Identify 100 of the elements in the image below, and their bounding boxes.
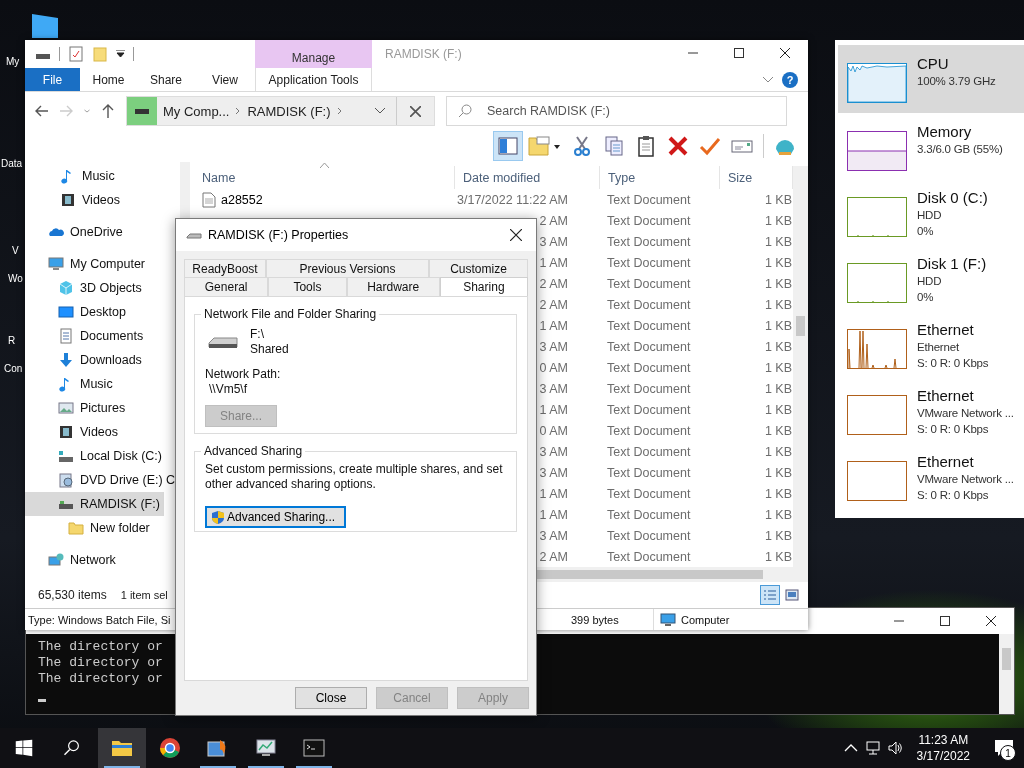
taskbar-app[interactable] bbox=[98, 728, 146, 768]
type-cell: Text Document bbox=[607, 507, 691, 522]
desktop-icon-label[interactable]: R bbox=[8, 334, 16, 348]
speaker-icon[interactable] bbox=[886, 740, 903, 756]
chevron-icon[interactable] bbox=[336, 107, 343, 115]
nav-item[interactable]: 3D Objects bbox=[25, 276, 146, 300]
toolbar-button[interactable] bbox=[493, 131, 523, 161]
desktop-icon-label[interactable]: V bbox=[12, 244, 19, 258]
size-cell: 1 KB bbox=[764, 381, 792, 396]
windows-logo-icon bbox=[15, 739, 33, 757]
properties-icon[interactable] bbox=[68, 46, 84, 62]
clock[interactable]: 11:23 AM 3/17/2022 bbox=[908, 732, 978, 764]
desktop-icon-label[interactable]: My bbox=[6, 55, 20, 69]
nav-item[interactable]: Music bbox=[25, 164, 119, 188]
date-cell: 2 AM bbox=[539, 297, 568, 312]
nav-item[interactable]: Documents bbox=[25, 324, 148, 348]
resource-title: CPU bbox=[917, 54, 950, 73]
resource-title: Ethernet bbox=[917, 452, 975, 471]
monitor-icon bbox=[660, 612, 676, 627]
console-line: The directory or bbox=[38, 655, 163, 671]
size-cell: 1 KB bbox=[764, 339, 792, 354]
checkmark-icon bbox=[699, 135, 721, 157]
window-icon[interactable] bbox=[30, 12, 60, 38]
file-name[interactable]: a28552 bbox=[221, 192, 263, 207]
column-header[interactable]: Name bbox=[190, 166, 455, 189]
breadcrumb[interactable]: My Comp... bbox=[163, 103, 230, 119]
breadcrumb[interactable]: RAMDISK (F:) bbox=[247, 103, 331, 119]
resource-item[interactable]: Memory 3.3/6.0 GB (55%) bbox=[838, 113, 1024, 179]
share-path: F:\ bbox=[250, 327, 265, 342]
nav-item[interactable]: Music bbox=[25, 372, 117, 396]
nav-item[interactable]: New folder bbox=[25, 516, 154, 540]
type-cell: Text Document bbox=[607, 465, 691, 480]
resource-item[interactable]: CPU 100% 3.79 GHz bbox=[838, 45, 1024, 113]
ribbon-tab[interactable]: Home bbox=[80, 68, 137, 91]
nav-item[interactable]: Pictures bbox=[25, 396, 130, 420]
nav-item[interactable]: RAMDISK (F:) bbox=[25, 492, 164, 516]
group-title: Network File and Folder Sharing bbox=[203, 307, 378, 321]
folder-dropdown-icon bbox=[528, 135, 562, 157]
dropdown-icon[interactable] bbox=[374, 107, 386, 115]
tab[interactable]: ReadyBoost bbox=[184, 259, 266, 277]
description: Set custom permissions, create multiple shares, and set other advanced sharing options. bbox=[205, 462, 504, 492]
share-status: Shared bbox=[250, 342, 289, 357]
help-icon[interactable]: ? bbox=[782, 71, 798, 88]
size-cell: 1 KB bbox=[764, 234, 792, 249]
size-cell: 1 KB bbox=[764, 486, 792, 501]
scrollbar[interactable] bbox=[793, 166, 808, 567]
nav-item[interactable]: Network bbox=[25, 548, 120, 572]
size-cell: 1 KB bbox=[764, 297, 792, 312]
resource-title: Disk 0 (C:) bbox=[917, 188, 988, 207]
resource-item[interactable]: Ethernet VMware Network ... S: 0 R: 0 Kbps bbox=[838, 443, 1024, 509]
nav-item[interactable]: My Computer bbox=[25, 252, 150, 276]
nav-item[interactable]: Videos bbox=[25, 420, 122, 444]
ribbon-tab[interactable]: Share bbox=[137, 68, 195, 91]
file-tab[interactable]: File bbox=[25, 68, 80, 91]
notification-button[interactable]: 1 bbox=[984, 728, 1024, 768]
desktop-icon-label[interactable]: Data bbox=[1, 157, 23, 171]
nav-item[interactable]: DVD Drive (E:) C bbox=[25, 468, 180, 492]
ribbon-tab[interactable]: View bbox=[195, 68, 255, 91]
tab[interactable]: Tools bbox=[268, 277, 347, 296]
resource-item[interactable]: Disk 0 (C:) HDD 0% bbox=[838, 179, 1024, 245]
nav-item[interactable]: Videos bbox=[25, 188, 124, 212]
chevron-icon[interactable] bbox=[235, 107, 242, 115]
maximize-icon bbox=[940, 616, 950, 626]
date-cell: 1 AM bbox=[539, 486, 568, 501]
tab[interactable]: Hardware bbox=[346, 277, 440, 296]
tab[interactable]: General bbox=[184, 277, 269, 296]
network-icon bbox=[48, 552, 64, 568]
scissors-icon bbox=[571, 135, 593, 157]
usage-graph bbox=[847, 263, 907, 303]
nav-item[interactable]: OneDrive bbox=[25, 220, 127, 244]
resource-item[interactable]: Ethernet Ethernet S: 0 R: 0 Kbps bbox=[838, 311, 1024, 377]
resource-item[interactable]: Ethernet VMware Network ... S: 0 R: 0 Kbps bbox=[838, 377, 1024, 443]
network-icon[interactable] bbox=[864, 740, 881, 756]
nav-item[interactable]: Downloads bbox=[25, 348, 146, 372]
desktop-icon-label[interactable]: Con bbox=[4, 362, 23, 376]
column-header[interactable]: Type bbox=[600, 166, 720, 189]
advanced-sharing-button[interactable]: Advanced Sharing... bbox=[205, 506, 346, 528]
tab[interactable]: Previous Versions bbox=[266, 259, 429, 277]
maximize-icon bbox=[734, 48, 744, 58]
search-field[interactable]: Search RAMDISK (F:) bbox=[446, 96, 787, 126]
size-cell: 1 KB bbox=[764, 192, 792, 207]
folder-icon bbox=[68, 520, 84, 536]
size-cell: 1 KB bbox=[764, 423, 792, 438]
desktop-icon-label[interactable]: Wo bbox=[8, 272, 23, 286]
tab[interactable]: Sharing bbox=[439, 277, 528, 296]
selection-count: 1 item sel bbox=[120, 589, 168, 601]
date-cell: 1 AM bbox=[539, 318, 568, 333]
view-button[interactable] bbox=[760, 585, 780, 605]
dropdown-icon[interactable] bbox=[116, 50, 125, 58]
nav-item[interactable]: Local Disk (C:) bbox=[25, 444, 166, 468]
dialog-button[interactable]: Close bbox=[295, 687, 367, 709]
column-header[interactable]: Date modified bbox=[455, 166, 600, 189]
nav-item[interactable]: Desktop bbox=[25, 300, 130, 324]
scrollbar[interactable] bbox=[999, 634, 1014, 714]
address-bar[interactable]: My Comp... RAMDISK (F:) bbox=[126, 96, 435, 126]
chevron-icon[interactable] bbox=[762, 75, 774, 84]
console-line: The directory or bbox=[38, 639, 163, 655]
group-title: Advanced Sharing bbox=[203, 444, 304, 458]
resource-item[interactable]: Disk 1 (F:) HDD 0% bbox=[838, 245, 1024, 311]
tab[interactable]: Customize bbox=[429, 259, 528, 277]
